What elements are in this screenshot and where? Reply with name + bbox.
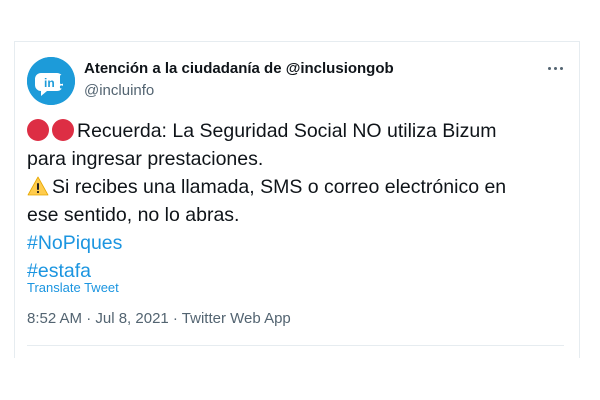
user-handle[interactable]: @incluinfo [84, 82, 154, 99]
red-circle-icon [52, 119, 74, 141]
tweet-line-3: Si recibes una llamada, SMS o correo ele… [27, 173, 572, 201]
hashtag-link[interactable]: #NoPiques [27, 229, 572, 257]
divider [27, 345, 564, 346]
more-horizontal-icon [553, 66, 557, 70]
tweet-timestamp[interactable]: 8:52 AM · Jul 8, 2021 · Twitter Web App [27, 310, 291, 327]
tweet-line-text: Recuerda: La Seguridad Social NO utiliza… [77, 120, 497, 142]
tweet-line-2: para ingresar prestaciones. [27, 148, 264, 170]
more-horizontal-icon [559, 66, 563, 70]
display-name[interactable]: Atención a la ciudadanía de @inclusiongo… [84, 60, 394, 77]
translate-tweet-link[interactable]: Translate Tweet [27, 280, 119, 295]
avatar[interactable]: in [27, 57, 75, 105]
inclusion-logo-icon: in [27, 57, 75, 105]
tweet-text: Recuerda: La Seguridad Social NO utiliza… [27, 117, 572, 285]
tweet-line-1: Recuerda: La Seguridad Social NO utiliza… [27, 117, 572, 145]
svg-text:in: in [44, 76, 55, 90]
tweet-line-4: ese sentido, no lo abras. [27, 204, 240, 226]
red-circle-icon [27, 119, 49, 141]
tweet-line-text: Si recibes una llamada, SMS o correo ele… [52, 176, 507, 198]
warning-icon [27, 176, 49, 196]
more-horizontal-icon [547, 66, 551, 70]
more-options-button[interactable] [543, 60, 567, 76]
